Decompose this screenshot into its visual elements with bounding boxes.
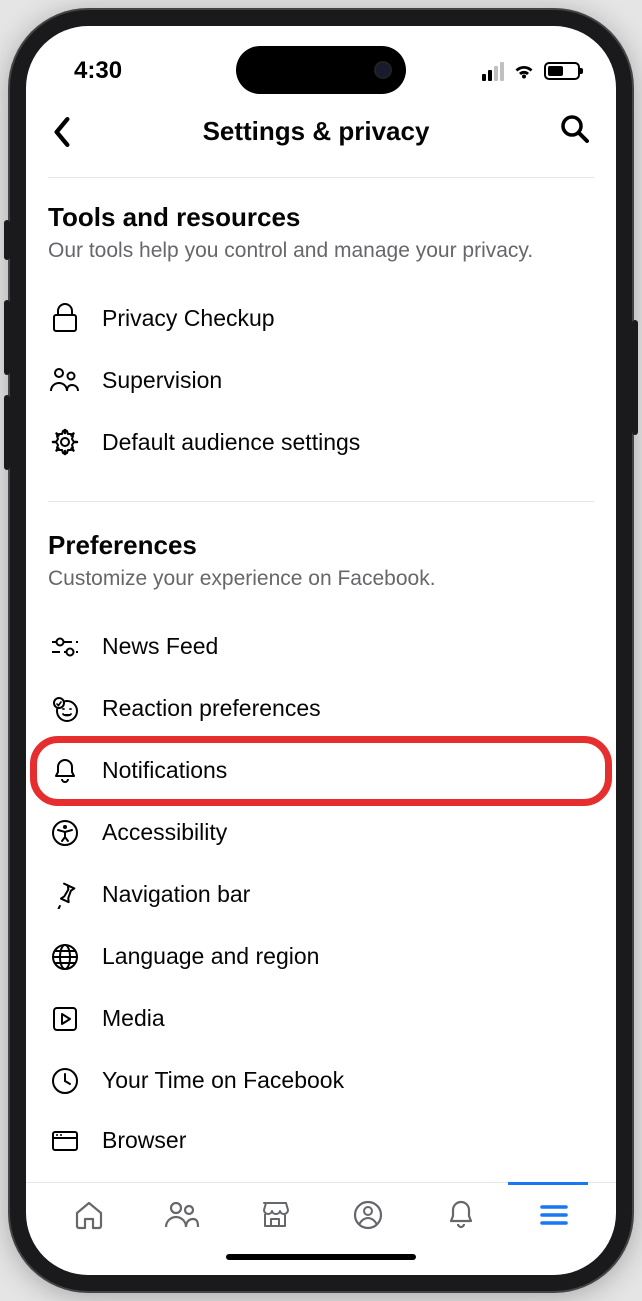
menu-icon [539, 1203, 569, 1227]
search-button[interactable] [560, 114, 590, 149]
item-label: News Feed [102, 633, 218, 660]
item-label: Supervision [102, 367, 222, 394]
search-icon [560, 114, 590, 144]
marketplace-icon [259, 1199, 291, 1231]
content-scroll[interactable]: Tools and resources Our tools help you c… [26, 167, 616, 1182]
section-tools: Tools and resources Our tools help you c… [48, 202, 594, 473]
section-desc: Customize your experience on Facebook. [48, 565, 594, 593]
divider [48, 177, 594, 178]
active-tab-indicator [508, 1182, 588, 1185]
item-media[interactable]: Media [48, 988, 594, 1050]
nav-marketplace[interactable] [257, 1197, 293, 1233]
page-title: Settings & privacy [203, 116, 430, 147]
item-news-feed[interactable]: News Feed [48, 616, 594, 678]
people-icon [50, 365, 80, 395]
home-indicator[interactable] [26, 1239, 616, 1275]
item-label: Your Time on Facebook [102, 1067, 344, 1094]
friends-icon [164, 1200, 200, 1230]
gear-icon [50, 427, 80, 457]
lock-icon [50, 303, 80, 333]
back-button[interactable] [52, 117, 72, 147]
nav-profile[interactable] [350, 1197, 386, 1233]
section-title: Preferences [48, 530, 594, 561]
item-label: Browser [102, 1127, 186, 1154]
dynamic-island [236, 46, 406, 94]
item-privacy-checkup[interactable]: Privacy Checkup [48, 287, 594, 349]
power-button [632, 320, 638, 435]
play-box-icon [50, 1004, 80, 1034]
divider [48, 501, 594, 502]
bottom-nav [26, 1182, 616, 1239]
volume-button [4, 300, 10, 375]
item-notifications[interactable]: Notifications [48, 740, 594, 802]
feed-sliders-icon [50, 632, 80, 662]
profile-icon [352, 1199, 384, 1231]
item-label: Language and region [102, 943, 319, 970]
globe-icon [50, 942, 80, 972]
item-label: Default audience settings [102, 429, 360, 456]
pin-icon [50, 880, 80, 910]
item-language-region[interactable]: Language and region [48, 926, 594, 988]
item-label: Reaction preferences [102, 695, 321, 722]
volume-button [4, 220, 10, 260]
nav-header: Settings & privacy [26, 96, 616, 167]
screen: 4:30 Settings & priva [26, 26, 616, 1275]
wifi-icon [512, 62, 536, 80]
nav-friends[interactable] [164, 1197, 200, 1233]
nav-menu[interactable] [536, 1197, 572, 1233]
accessibility-icon [50, 818, 80, 848]
item-label: Navigation bar [102, 881, 250, 908]
item-label: Accessibility [102, 819, 227, 846]
browser-icon [50, 1126, 80, 1156]
notifications-icon [446, 1199, 476, 1231]
home-icon [73, 1199, 105, 1231]
item-supervision[interactable]: Supervision [48, 349, 594, 411]
item-navigation-bar[interactable]: Navigation bar [48, 864, 594, 926]
item-label: Privacy Checkup [102, 305, 275, 332]
cellular-signal-icon [482, 62, 504, 81]
clock-icon [50, 1066, 80, 1096]
battery-icon [544, 62, 580, 80]
item-label: Notifications [102, 757, 227, 784]
bell-icon [50, 756, 80, 786]
status-indicators [482, 62, 580, 81]
section-desc: Our tools help you control and manage yo… [48, 237, 594, 265]
item-default-audience[interactable]: Default audience settings [48, 411, 594, 473]
status-time: 4:30 [74, 57, 122, 85]
item-label: Media [102, 1005, 165, 1032]
reaction-icon [50, 694, 80, 724]
section-title: Tools and resources [48, 202, 594, 233]
camera-dot [374, 61, 392, 79]
item-accessibility[interactable]: Accessibility [48, 802, 594, 864]
volume-button [4, 395, 10, 470]
item-your-time[interactable]: Your Time on Facebook [48, 1050, 594, 1112]
phone-frame: 4:30 Settings & priva [10, 10, 632, 1291]
item-browser[interactable]: Browser [48, 1112, 594, 1172]
section-preferences: Preferences Customize your experience on… [48, 530, 594, 1111]
nav-home[interactable] [71, 1197, 107, 1233]
highlight-notifications: Notifications [30, 736, 612, 806]
nav-notifications[interactable] [443, 1197, 479, 1233]
item-reaction-prefs[interactable]: Reaction preferences [48, 678, 594, 740]
